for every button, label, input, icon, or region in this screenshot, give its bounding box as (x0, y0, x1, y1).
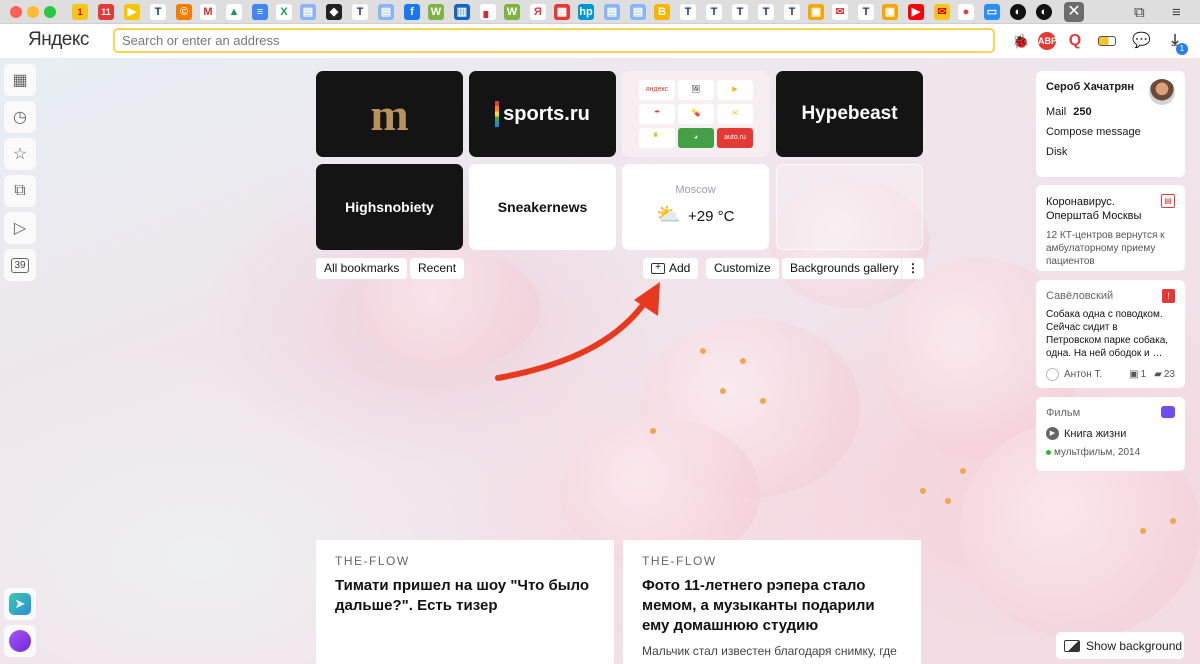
district-title: Савёловский (1046, 290, 1114, 302)
image-count: 1 (1140, 369, 1147, 380)
author-avatar-icon (1046, 368, 1059, 381)
district-text: Собака одна с поводком. Сейчас сидит в П… (1046, 309, 1169, 359)
user-avatar[interactable] (1149, 79, 1175, 105)
film-meta: мультфильм, 2014 (1054, 447, 1141, 458)
compose-message-link[interactable]: Compose message (1046, 126, 1175, 138)
news-source-icon: ▤ (1161, 194, 1175, 208)
film-service-icon (1161, 406, 1175, 418)
mail-label: Mail (1046, 106, 1067, 118)
zen-source: THE-FLOW (642, 554, 717, 568)
show-background-button[interactable]: Show background (1056, 632, 1184, 659)
film-card[interactable]: Фильм ▶ Книга жизни мультфильм, 2014 (1036, 397, 1185, 471)
mail-count: 250 (1073, 106, 1092, 118)
disk-link[interactable]: Disk (1046, 146, 1175, 158)
zen-source: THE-FLOW (335, 554, 410, 568)
zen-card[interactable]: THE-FLOW Тимати пришел на шоу "Что было … (316, 540, 614, 664)
district-card[interactable]: Савёловский ! Собака одна с поводком. Се… (1036, 280, 1185, 388)
zen-card[interactable]: THE-FLOW Фото 11-летнего рэпера стало ме… (623, 540, 921, 664)
mail-link[interactable]: Mail 250 (1046, 106, 1175, 118)
film-title-row: ▶ Книга жизни (1046, 427, 1175, 440)
show-background-label: Show background (1086, 638, 1183, 653)
zen-title: Фото 11-летнего рэпера стало мемом, а му… (642, 577, 875, 634)
film-title: Книга жизни (1064, 427, 1127, 440)
news-text: 12 КТ-центров вернутся к амбулаторному п… (1046, 230, 1165, 267)
comment-icon: ▰ (1154, 369, 1162, 380)
image-icon: ▣ (1129, 369, 1139, 380)
news-card[interactable]: Коронавирус. Оперштаб Москвы ▤ 12 КТ-цен… (1036, 185, 1185, 271)
district-footer: Антон Т. ▣ 1 ▰ 23 (1046, 368, 1175, 381)
news-title: Коронавирус. Оперштаб Москвы (1046, 196, 1142, 222)
status-dot-icon (1046, 449, 1051, 455)
image-icon (1064, 639, 1080, 652)
zen-description: Мальчик стал известен благодаря снимку, … (642, 644, 897, 658)
zen-title: Тимати пришел на шоу "Что было дальше?".… (335, 577, 590, 614)
district-icon: ! (1162, 289, 1175, 303)
district-author: Антон Т. (1064, 369, 1103, 380)
play-icon[interactable]: ▶ (1046, 427, 1059, 440)
film-label: Фильм (1046, 407, 1081, 419)
user-card: Сероб Хачатрян Mail 250 Compose message … (1036, 71, 1185, 177)
comment-count: 23 (1163, 369, 1175, 380)
film-meta-row: мультфильм, 2014 (1046, 447, 1175, 458)
